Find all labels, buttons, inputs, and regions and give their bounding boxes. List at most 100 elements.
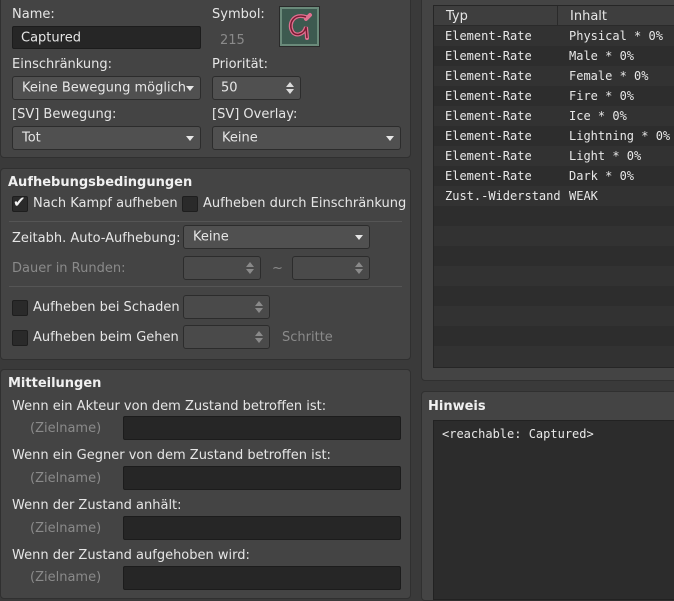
by-damage-checkbox[interactable] [12,300,28,316]
sv-overlay-dropdown[interactable]: Keine [212,126,401,150]
table-row[interactable]: Element-Rate Lightning * 0% [434,126,674,146]
persist-target-name: (Zielname) [30,521,102,536]
duration-max-stepper[interactable] [292,256,370,280]
chevron-down-icon [186,136,194,141]
symbol-label: Symbol: [212,7,265,22]
restriction-label: Einschränkung: [12,57,113,72]
auto-removal-dropdown[interactable]: Keine [183,225,370,249]
by-walking-label[interactable]: Aufheben beim Gehen [33,330,179,345]
column-header-type[interactable]: Typ [434,6,558,26]
spin-up-icon[interactable] [355,262,363,267]
name-value: Captured [21,30,81,45]
spin-up-icon[interactable] [255,331,263,336]
sv-overlay-value: Keine [222,130,258,146]
general-settings-panel: Name: Captured Symbol: 215 Einschränkung… [0,0,411,158]
empty-table-row[interactable] [434,226,674,246]
chevron-down-icon [386,136,394,141]
table-row[interactable]: Element-Rate Ice * 0% [434,106,674,126]
after-battle-label[interactable]: Nach Kampf aufheben [33,196,178,211]
table-row[interactable]: Element-Rate Fire * 0% [434,86,674,106]
note-panel: Hinweis <reachable: Captured> [421,391,674,601]
name-field[interactable]: Captured [12,26,201,49]
steps-label: Schritte [282,330,333,345]
empty-table-row[interactable] [434,266,674,286]
traits-table[interactable]: Typ Inhalt Element-Rate Physical * 0% Elem… [433,5,674,368]
trait-content: WEAK [569,189,598,203]
by-walking-stepper[interactable] [183,325,270,349]
removed-message-label: Wenn der Zustand aufgehoben wird: [12,548,250,563]
traits-panel: Typ Inhalt Element-Rate Physical * 0% Elem… [421,0,674,381]
restriction-value: Keine Bewegung möglich [22,80,186,96]
trait-content: Physical * 0% [569,29,663,43]
chevron-down-icon [186,86,194,91]
note-textarea[interactable]: <reachable: Captured> [433,420,674,600]
spin-down-icon[interactable] [246,269,254,274]
symbol-picker[interactable] [279,6,320,47]
trait-content: Ice * 0% [569,109,627,123]
spin-up-icon[interactable] [246,262,254,267]
by-damage-label[interactable]: Aufheben bei Schaden [33,300,180,315]
by-walking-checkbox[interactable] [12,330,28,346]
empty-table-row[interactable] [434,326,674,346]
messages-panel: Mitteilungen Wenn ein Akteur von dem Zus… [0,369,411,599]
table-row[interactable]: Zust.-Widerstand WEAK [434,186,674,206]
enemy-target-name: (Zielname) [30,471,102,486]
enemy-message-label: Wenn ein Gegner von dem Zustand betroffe… [12,448,331,463]
empty-table-row[interactable] [434,346,674,366]
trait-content: Female * 0% [569,69,649,83]
removed-message-field[interactable] [123,566,401,590]
table-row[interactable]: Element-Rate Dark * 0% [434,166,674,186]
duration-label: Dauer in Runden: [12,261,126,276]
trait-type: Element-Rate [445,149,532,163]
trait-content: Light * 0% [569,149,642,163]
note-title: Hinweis [428,399,486,414]
column-header-content-label: Inhalt [570,9,607,24]
empty-table-row[interactable] [434,246,674,266]
trait-type: Zust.-Widerstand [445,189,561,203]
trait-type: Element-Rate [445,89,532,103]
column-header-type-label: Typ [446,9,468,24]
restriction-dropdown[interactable]: Keine Bewegung möglich [12,76,201,100]
auto-removal-value: Keine [193,229,229,245]
actor-message-label: Wenn ein Akteur von dem Zustand betroffe… [12,399,327,414]
trait-type: Element-Rate [445,49,532,63]
spin-up-icon[interactable] [255,301,263,306]
empty-table-row[interactable] [434,286,674,306]
enemy-message-field[interactable] [123,466,401,490]
trait-type: Element-Rate [445,129,532,143]
priority-stepper[interactable]: 50 [212,76,301,100]
by-restriction-checkbox[interactable] [182,196,198,212]
table-row[interactable]: Element-Rate Light * 0% [434,146,674,166]
actor-target-name: (Zielname) [30,421,102,436]
spin-down-icon[interactable] [255,338,263,343]
trait-type: Element-Rate [445,109,532,123]
trait-content: Fire * 0% [569,89,635,103]
trait-content: Dark * 0% [569,169,635,183]
trait-content: Male * 0% [569,49,635,63]
spin-up-icon[interactable] [286,82,294,87]
by-restriction-label[interactable]: Aufheben durch Einschränkung [203,196,406,211]
trait-type: Element-Rate [445,169,532,183]
after-battle-checkbox[interactable]: ✔ [12,194,28,212]
column-header-content[interactable]: Inhalt [558,6,674,26]
sv-motion-dropdown[interactable]: Tot [12,126,201,150]
magenta-rune-icon [282,9,317,44]
by-damage-stepper[interactable] [183,295,270,319]
removal-title: Aufhebungsbedingungen [8,175,193,190]
spin-down-icon[interactable] [286,89,294,94]
actor-message-field[interactable] [123,416,401,440]
duration-separator: ~ [272,261,283,276]
spin-down-icon[interactable] [255,308,263,313]
duration-min-stepper[interactable] [183,256,261,280]
table-row[interactable]: Element-Rate Male * 0% [434,46,674,66]
table-row[interactable]: Element-Rate Physical * 0% [434,26,674,46]
chevron-down-icon [355,235,363,240]
sv-overlay-label: [SV] Overlay: [212,107,298,122]
spin-down-icon[interactable] [355,269,363,274]
persist-message-field[interactable] [123,516,401,540]
table-row[interactable]: Element-Rate Female * 0% [434,66,674,86]
messages-title: Mitteilungen [8,376,102,391]
empty-table-row[interactable] [434,206,674,226]
empty-table-row[interactable] [434,306,674,326]
name-label: Name: [12,7,55,22]
